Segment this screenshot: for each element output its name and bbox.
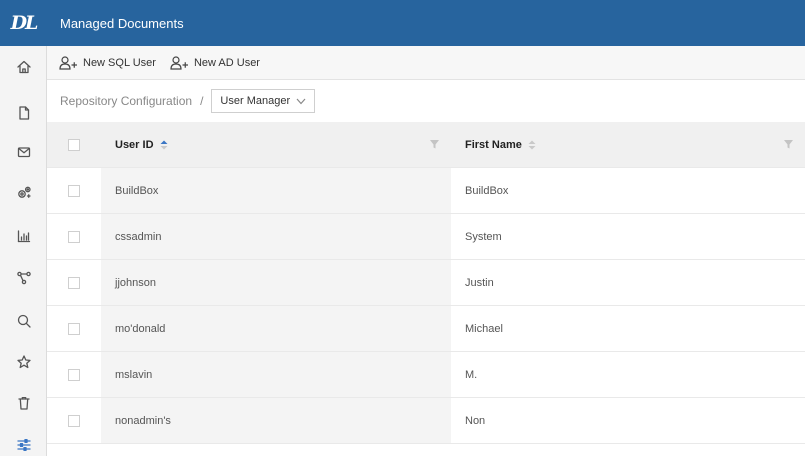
logo-text: DL xyxy=(10,12,39,34)
chevron-down-icon xyxy=(296,98,306,104)
row-checkbox[interactable] xyxy=(68,368,80,381)
column-header-first-name[interactable]: First Name xyxy=(451,122,805,167)
home-icon[interactable] xyxy=(0,52,47,82)
app-header: Managed Documents xyxy=(47,0,805,46)
breadcrumb: Repository Configuration / User Manager xyxy=(47,80,805,122)
settings-icon[interactable] xyxy=(0,178,47,208)
table-row[interactable]: BuildBox BuildBox xyxy=(47,168,805,214)
trash-icon[interactable] xyxy=(0,388,47,418)
row-checkbox[interactable] xyxy=(68,184,80,197)
row-select-cell xyxy=(47,352,101,397)
search-icon[interactable] xyxy=(0,306,47,336)
column-header-user-id[interactable]: User ID xyxy=(101,122,451,167)
row-select-cell xyxy=(47,214,101,259)
user-id-cell[interactable]: mslavin xyxy=(101,352,451,397)
table-row[interactable]: mslavin M. xyxy=(47,352,805,398)
mail-icon[interactable] xyxy=(0,137,47,167)
row-select-cell xyxy=(47,398,101,443)
breadcrumb-separator: / xyxy=(200,94,204,108)
sort-icon[interactable] xyxy=(528,140,536,150)
first-name-cell[interactable]: System xyxy=(451,214,805,259)
users-table: User ID First Name BuildBox BuildBox css… xyxy=(47,122,805,444)
workflow-icon[interactable] xyxy=(0,263,47,293)
first-name-cell[interactable]: M. xyxy=(451,352,805,397)
sidebar: DL xyxy=(0,0,47,456)
document-icon[interactable] xyxy=(0,98,47,128)
first-name-cell[interactable]: BuildBox xyxy=(451,168,805,213)
new-ad-user-button[interactable]: New AD User xyxy=(170,55,260,70)
new-sql-user-label: New SQL User xyxy=(83,56,156,69)
row-checkbox[interactable] xyxy=(68,322,80,335)
select-all-checkbox[interactable] xyxy=(68,138,80,151)
row-checkbox[interactable] xyxy=(68,276,80,289)
user-id-cell[interactable]: mo'donald xyxy=(101,306,451,351)
table-row[interactable]: mo'donald Michael xyxy=(47,306,805,352)
user-id-cell[interactable]: nonadmin's xyxy=(101,398,451,443)
toolbar: New SQL User New AD User xyxy=(47,46,805,80)
user-manager-dropdown[interactable]: User Manager xyxy=(211,89,316,113)
row-select-cell xyxy=(47,168,101,213)
first-name-cell[interactable]: Michael xyxy=(451,306,805,351)
user-id-cell[interactable]: jjohnson xyxy=(101,260,451,305)
chart-icon[interactable] xyxy=(0,221,47,251)
user-manager-dropdown-label: User Manager xyxy=(220,95,291,107)
filter-icon[interactable] xyxy=(784,140,793,152)
table-header-row: User ID First Name xyxy=(47,122,805,168)
column-header-first-name-label: First Name xyxy=(465,138,522,151)
add-user-icon xyxy=(59,55,77,70)
select-all-cell xyxy=(47,122,101,167)
first-name-cell[interactable]: Non xyxy=(451,398,805,443)
user-id-cell[interactable]: cssadmin xyxy=(101,214,451,259)
row-checkbox[interactable] xyxy=(68,414,80,427)
breadcrumb-repository-configuration[interactable]: Repository Configuration xyxy=(60,94,192,108)
new-sql-user-button[interactable]: New SQL User xyxy=(59,55,156,70)
first-name-cell[interactable]: Justin xyxy=(451,260,805,305)
column-header-user-id-label: User ID xyxy=(115,138,154,151)
sort-ascending-icon[interactable] xyxy=(160,140,168,150)
app-logo[interactable]: DL xyxy=(0,0,47,46)
sliders-icon[interactable] xyxy=(0,430,47,456)
filter-icon[interactable] xyxy=(430,140,439,152)
table-row[interactable]: cssadmin System xyxy=(47,214,805,260)
table-row[interactable]: jjohnson Justin xyxy=(47,260,805,306)
page-title: Managed Documents xyxy=(60,15,184,31)
add-user-icon xyxy=(170,55,188,70)
row-select-cell xyxy=(47,306,101,351)
row-select-cell xyxy=(47,260,101,305)
row-checkbox[interactable] xyxy=(68,230,80,243)
new-ad-user-label: New AD User xyxy=(193,56,260,69)
user-id-cell[interactable]: BuildBox xyxy=(101,168,451,213)
star-icon[interactable] xyxy=(0,347,47,377)
table-row[interactable]: nonadmin's Non xyxy=(47,398,805,444)
